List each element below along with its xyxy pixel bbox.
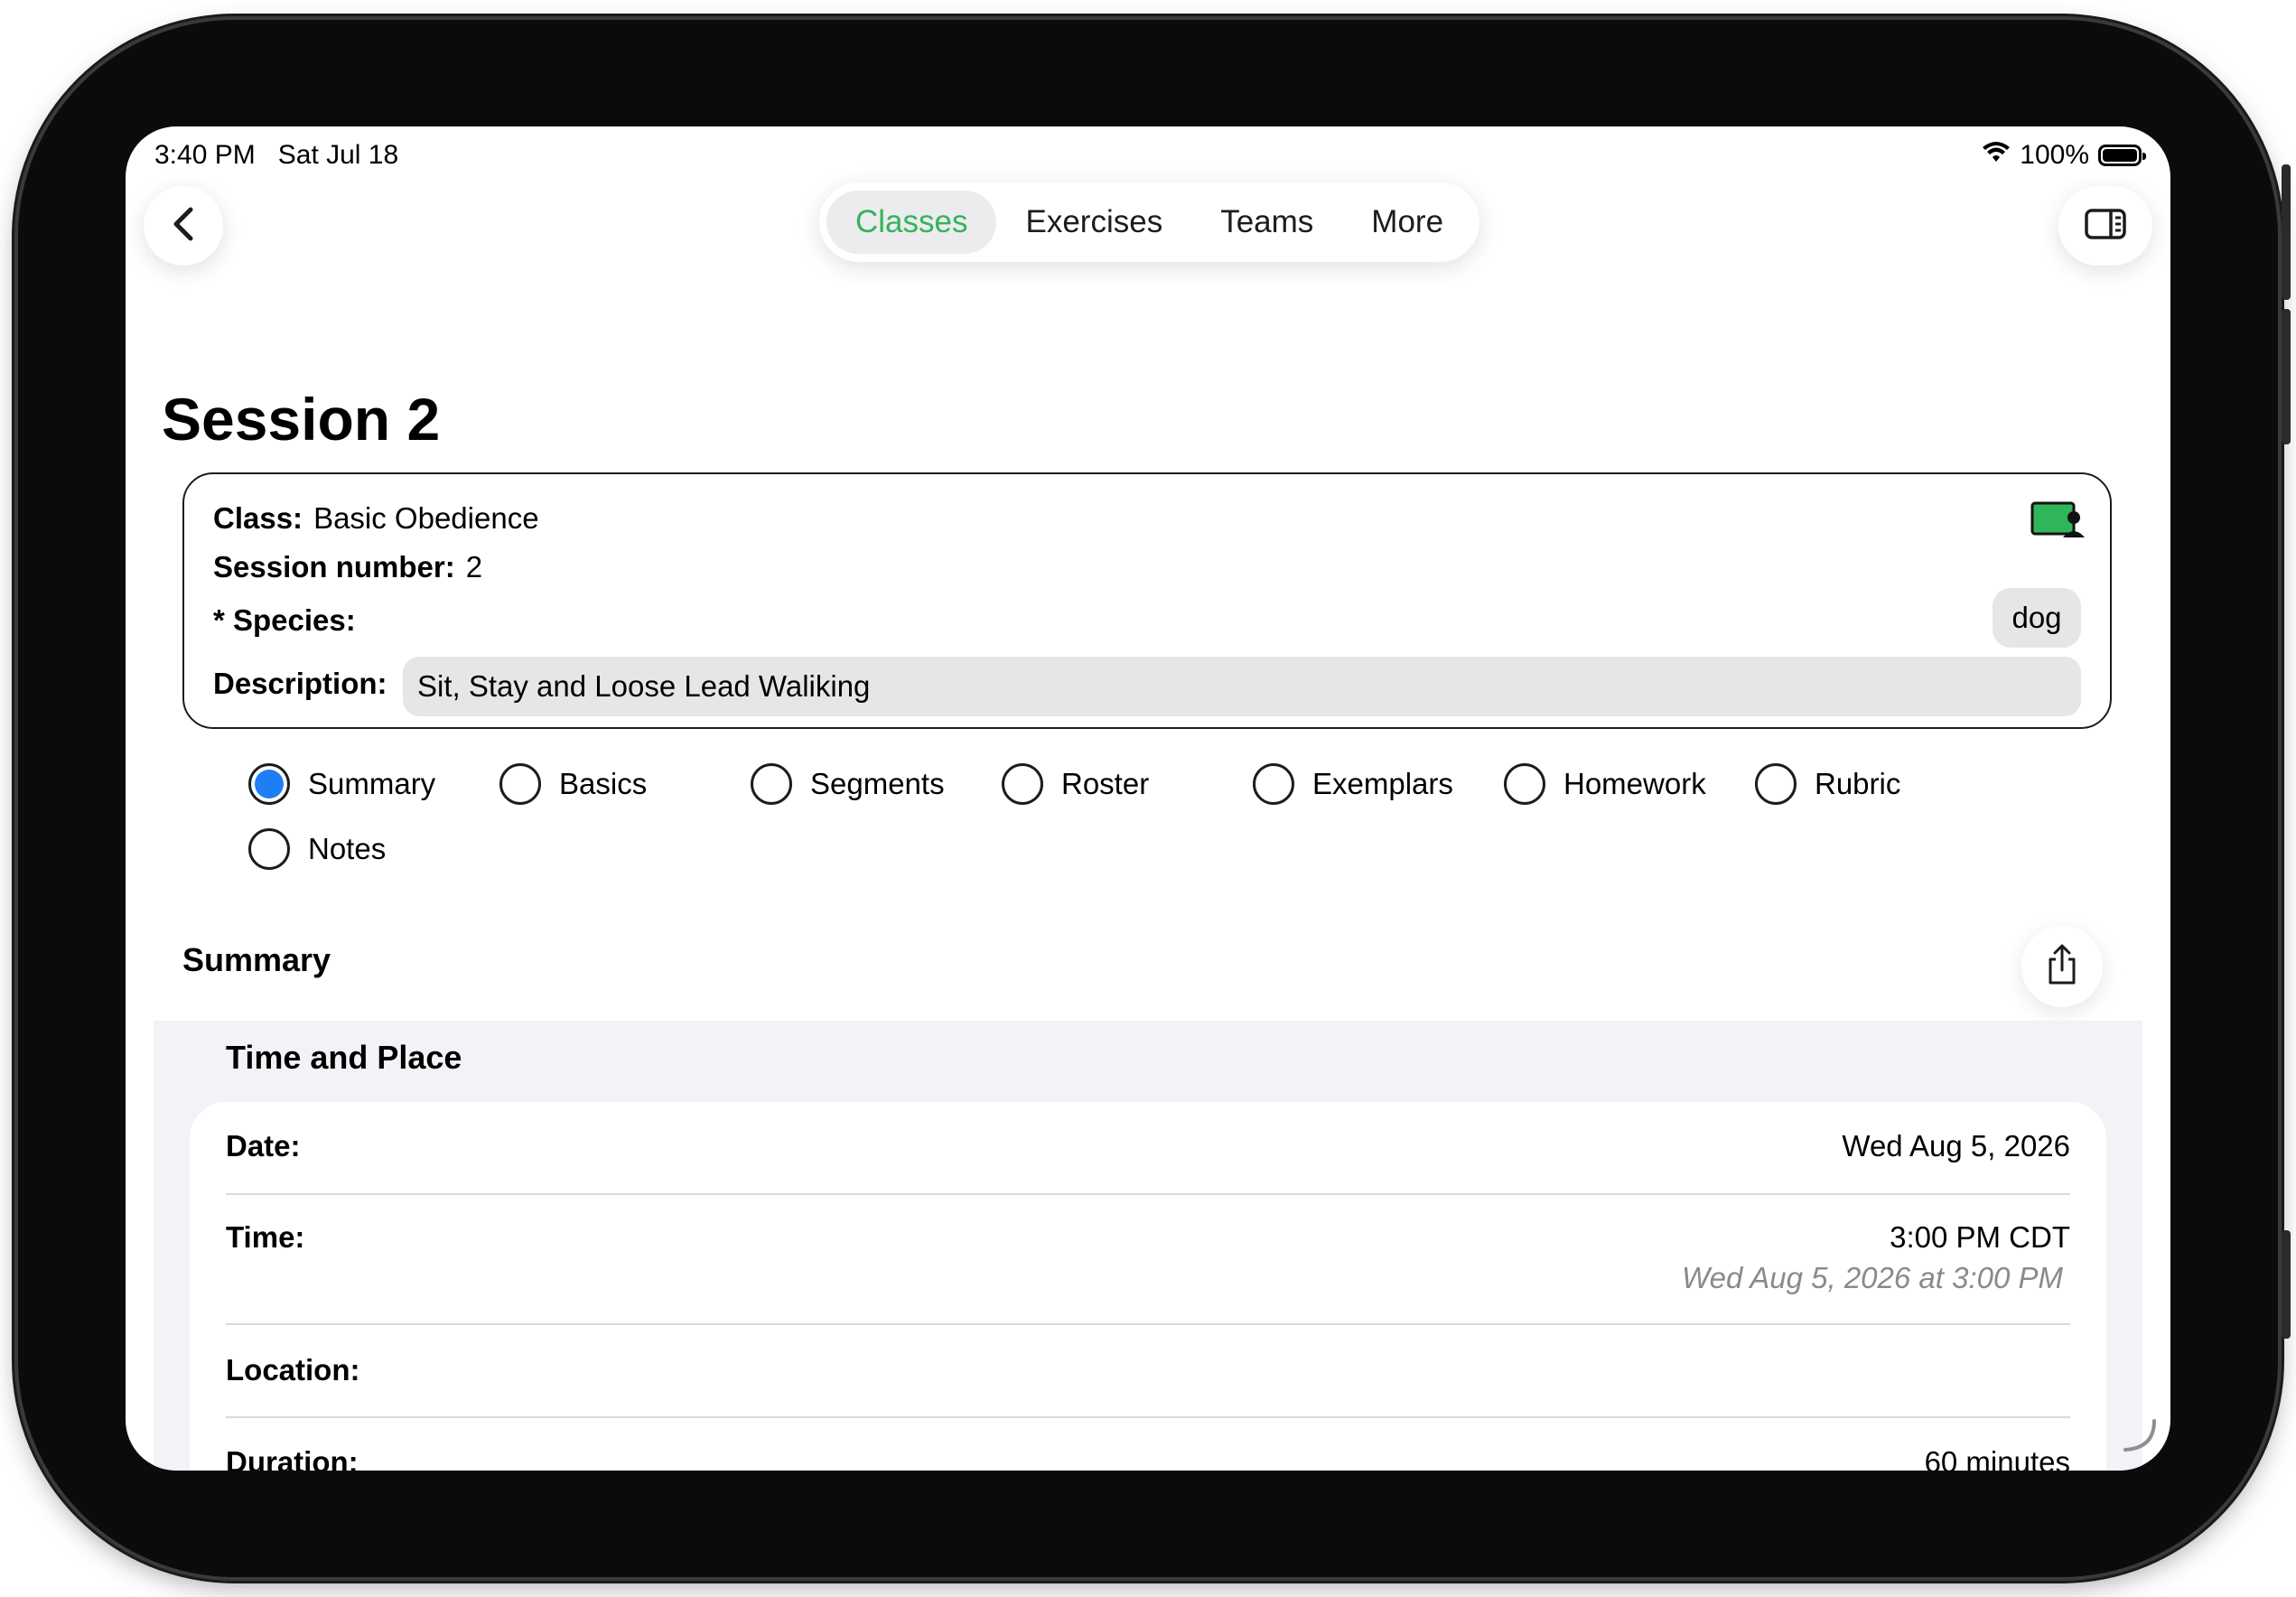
- radio-empty-icon: [1002, 763, 1043, 805]
- radio-label: Summary: [308, 767, 436, 800]
- radio-label: Segments: [810, 767, 945, 800]
- radio-label: Exemplars: [1312, 767, 1453, 800]
- tab-teams[interactable]: Teams: [1191, 191, 1342, 254]
- summary-heading: Summary: [182, 941, 331, 978]
- class-row: Class: Basic Obedience: [213, 501, 539, 536]
- chevron-left-icon: [171, 206, 196, 247]
- species-row: * Species:: [213, 603, 367, 638]
- radio-exemplars[interactable]: Exemplars: [1253, 763, 1453, 805]
- location-label: Location:: [226, 1353, 360, 1387]
- radio-basics[interactable]: Basics: [499, 763, 647, 805]
- tab-exercises[interactable]: Exercises: [996, 191, 1191, 254]
- radio-label: Rubric: [1815, 767, 1901, 800]
- date-value: Wed Aug 5, 2026: [1842, 1129, 2070, 1163]
- time-value: 3:00 PM CDT: [1890, 1220, 2070, 1254]
- status-clock: 3:40 PM: [154, 140, 256, 170]
- tab-classes[interactable]: Classes: [826, 191, 997, 254]
- group-title: Time and Place: [226, 1039, 462, 1076]
- radio-empty-icon: [1755, 763, 1797, 805]
- description-field[interactable]: Sit, Stay and Loose Lead Waliking: [403, 657, 2081, 716]
- duration-label: Duration:: [226, 1445, 359, 1471]
- page-title: Session 2: [162, 386, 441, 453]
- volume-button: [2282, 164, 2291, 300]
- sidebar-toggle-icon: [2084, 208, 2127, 245]
- session-number-label: Session number:: [213, 550, 455, 584]
- radio-segments[interactable]: Segments: [751, 763, 945, 805]
- session-info-card: Class: Basic Obedience Session number: 2 *…: [182, 472, 2112, 729]
- status-time: 3:40 PM Sat Jul 18: [154, 140, 398, 171]
- divider: [226, 1323, 2070, 1325]
- radio-label: Homework: [1563, 767, 1706, 800]
- battery-percent: 100%: [2020, 140, 2089, 170]
- time-and-place-card: Date: Wed Aug 5, 2026 Time: 3:00 PM CDT …: [190, 1102, 2106, 1471]
- radio-empty-icon: [751, 763, 792, 805]
- status-bar: 3:40 PM Sat Jul 18 100%: [126, 126, 2170, 184]
- power-button: [2282, 1230, 2291, 1339]
- share-button[interactable]: [2021, 926, 2103, 1007]
- class-label: Class:: [213, 501, 303, 535]
- battery-icon: [2098, 145, 2146, 166]
- divider: [226, 1193, 2070, 1195]
- share-icon: [2045, 943, 2079, 991]
- divider: [226, 1416, 2070, 1418]
- radio-summary[interactable]: Summary: [248, 763, 435, 805]
- class-presentation-icon[interactable]: [2030, 501, 2086, 542]
- description-label: Description:: [213, 667, 387, 700]
- session-number-value: 2: [465, 550, 483, 584]
- radio-selected-icon: [248, 763, 290, 805]
- sidebar-toggle-button[interactable]: [2058, 186, 2152, 266]
- top-tab-bar: Classes Exercises Teams More: [819, 182, 1480, 262]
- radio-label: Basics: [559, 767, 648, 800]
- time-local-value: Wed Aug 5, 2026 at 3:00 PM: [1682, 1261, 2063, 1294]
- species-label: * Species:: [213, 603, 356, 637]
- radio-empty-icon: [248, 828, 290, 870]
- radio-notes[interactable]: Notes: [248, 828, 386, 870]
- radio-empty-icon: [499, 763, 541, 805]
- radio-homework[interactable]: Homework: [1504, 763, 1706, 805]
- status-date: Sat Jul 18: [277, 140, 399, 170]
- radio-empty-icon: [1504, 763, 1545, 805]
- volume-button: [2282, 309, 2291, 444]
- session-number-row: Session number: 2: [213, 550, 482, 584]
- radio-roster[interactable]: Roster: [1002, 763, 1149, 805]
- status-indicators: 100%: [1982, 140, 2146, 171]
- tab-more[interactable]: More: [1342, 191, 1472, 254]
- description-row: Description:: [213, 667, 398, 701]
- duration-value: 60 minutes: [1924, 1445, 2070, 1471]
- time-label: Time:: [226, 1220, 305, 1254]
- window-resize-grip-icon[interactable]: [2122, 1417, 2158, 1458]
- date-label: Date:: [226, 1129, 301, 1163]
- species-picker[interactable]: dog: [1993, 588, 2081, 648]
- radio-label: Roster: [1061, 767, 1150, 800]
- app-screen: 3:40 PM Sat Jul 18 100% Classes Exercise…: [126, 126, 2170, 1471]
- radio-rubric[interactable]: Rubric: [1755, 763, 1900, 805]
- class-value: Basic Obedience: [313, 501, 539, 535]
- radio-label: Notes: [308, 832, 387, 865]
- radio-empty-icon: [1253, 763, 1294, 805]
- wifi-icon: [1982, 140, 2011, 171]
- back-button[interactable]: [144, 186, 223, 266]
